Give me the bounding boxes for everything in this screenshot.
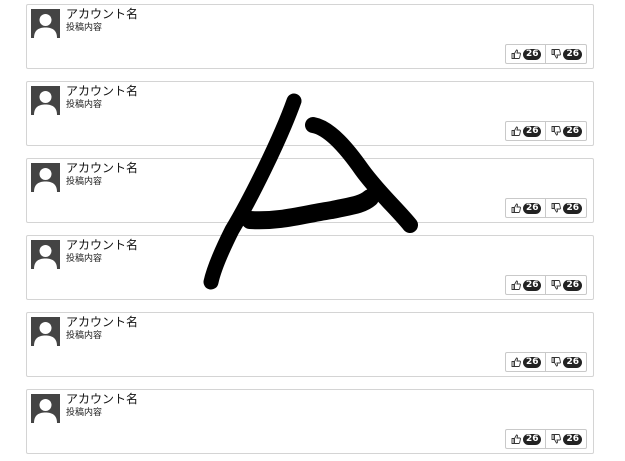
user-silhouette-icon xyxy=(31,317,60,346)
thumbs-up-icon xyxy=(511,49,521,59)
vote-buttons: 26 26 xyxy=(504,121,587,141)
user-silhouette-icon xyxy=(31,163,60,192)
post-card: アカウント名 投稿内容 26 26 xyxy=(26,312,594,377)
avatar[interactable] xyxy=(31,240,60,269)
vote-buttons: 26 26 xyxy=(504,429,587,449)
account-name[interactable]: アカウント名 xyxy=(66,161,138,175)
user-silhouette-icon xyxy=(31,86,60,115)
dislike-button[interactable]: 26 xyxy=(545,353,586,371)
post-card: アカウント名 投稿内容 26 26 xyxy=(26,4,594,69)
avatar[interactable] xyxy=(31,86,60,115)
post-card: アカウント名 投稿内容 26 26 xyxy=(26,235,594,300)
post-content: 投稿内容 xyxy=(66,177,103,187)
like-button[interactable]: 26 xyxy=(506,353,546,371)
dislike-count: 26 xyxy=(563,48,582,60)
like-button[interactable]: 26 xyxy=(506,199,546,217)
dislike-button[interactable]: 26 xyxy=(545,199,586,217)
account-name[interactable]: アカウント名 xyxy=(66,238,138,252)
account-name[interactable]: アカウント名 xyxy=(66,84,138,98)
avatar[interactable] xyxy=(31,317,60,346)
thumbs-up-icon xyxy=(511,126,521,136)
like-button[interactable]: 26 xyxy=(506,430,546,448)
account-name[interactable]: アカウント名 xyxy=(66,392,138,406)
like-count: 26 xyxy=(522,48,542,60)
dislike-count: 26 xyxy=(563,356,582,368)
avatar[interactable] xyxy=(31,163,60,192)
thumbs-down-icon xyxy=(552,126,562,136)
thumbs-down-icon xyxy=(552,49,562,59)
like-count: 26 xyxy=(522,433,542,445)
post-card: アカウント名 投稿内容 26 26 xyxy=(26,81,594,146)
account-name[interactable]: アカウント名 xyxy=(66,7,138,21)
dislike-count: 26 xyxy=(563,125,582,137)
like-count: 26 xyxy=(522,125,542,137)
like-count: 26 xyxy=(522,356,542,368)
thumbs-down-icon xyxy=(552,203,562,213)
like-count: 26 xyxy=(522,202,542,214)
like-button[interactable]: 26 xyxy=(506,45,546,63)
like-count: 26 xyxy=(522,279,542,291)
like-button[interactable]: 26 xyxy=(506,276,546,294)
thumbs-up-icon xyxy=(511,357,521,367)
post-card: アカウント名 投稿内容 26 26 xyxy=(26,389,594,454)
thumbs-down-icon xyxy=(552,280,562,290)
dislike-button[interactable]: 26 xyxy=(545,45,586,63)
dislike-count: 26 xyxy=(563,433,582,445)
post-content: 投稿内容 xyxy=(66,254,103,264)
post-card: アカウント名 投稿内容 26 26 xyxy=(26,158,594,223)
post-content: 投稿内容 xyxy=(66,23,103,33)
thumbs-up-icon xyxy=(511,434,521,444)
account-name[interactable]: アカウント名 xyxy=(66,315,138,329)
thumbs-up-icon xyxy=(511,203,521,213)
avatar[interactable] xyxy=(31,394,60,423)
user-silhouette-icon xyxy=(31,9,60,38)
dislike-button[interactable]: 26 xyxy=(545,276,586,294)
post-content: 投稿内容 xyxy=(66,408,103,418)
dislike-button[interactable]: 26 xyxy=(545,122,586,140)
avatar[interactable] xyxy=(31,9,60,38)
user-silhouette-icon xyxy=(31,240,60,269)
dislike-button[interactable]: 26 xyxy=(545,430,586,448)
dislike-count: 26 xyxy=(563,202,582,214)
thumbs-down-icon xyxy=(552,434,562,444)
vote-buttons: 26 26 xyxy=(504,198,587,218)
user-silhouette-icon xyxy=(31,394,60,423)
dislike-count: 26 xyxy=(563,279,582,291)
thumbs-down-icon xyxy=(552,357,562,367)
thumbs-up-icon xyxy=(511,280,521,290)
vote-buttons: 26 26 xyxy=(504,275,587,295)
vote-buttons: 26 26 xyxy=(504,352,587,372)
vote-buttons: 26 26 xyxy=(504,44,587,64)
post-content: 投稿内容 xyxy=(66,100,103,110)
post-content: 投稿内容 xyxy=(66,331,103,341)
like-button[interactable]: 26 xyxy=(506,122,546,140)
